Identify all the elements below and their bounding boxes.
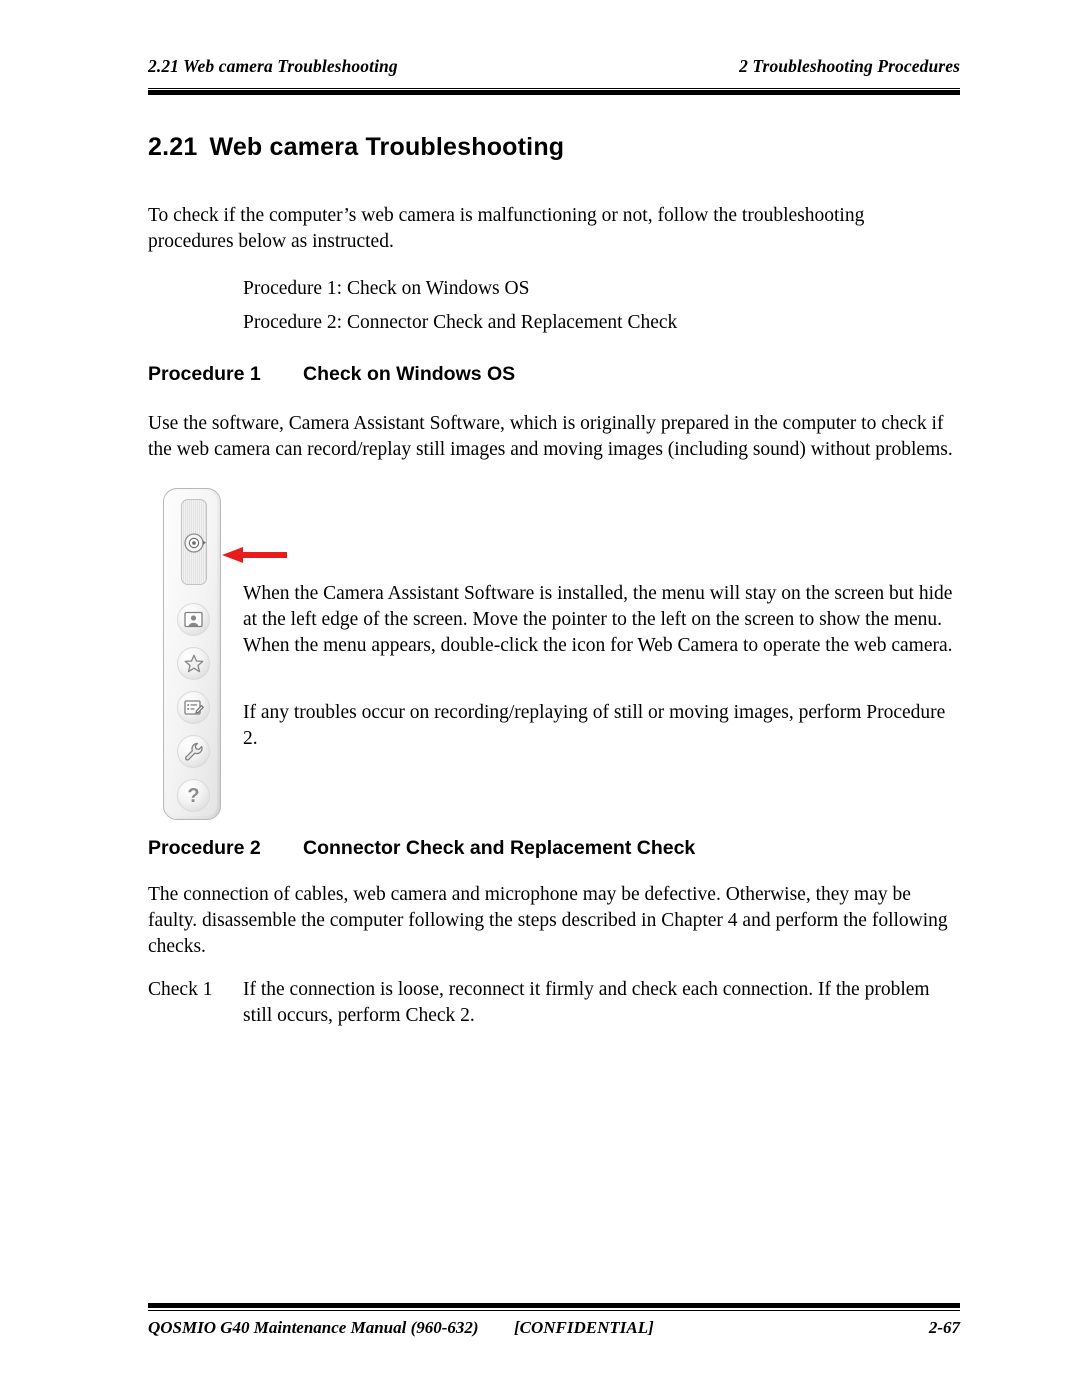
check-1-label: Check 1: [148, 979, 213, 1000]
footer-rule-thin: [148, 1310, 960, 1311]
check-1-block: Check 1 If the connection is loose, reco…: [148, 977, 953, 1029]
wrench-icon-button[interactable]: [177, 735, 210, 768]
help-icon-button[interactable]: ?: [177, 779, 210, 812]
photo-icon-button[interactable]: [177, 603, 210, 636]
star-icon-button[interactable]: [177, 647, 210, 680]
photo-icon: [184, 611, 203, 628]
footer-page-number: 2-67: [928, 1318, 960, 1337]
callout-arrow-icon: [222, 546, 287, 564]
procedure-list-label-2: Procedure 2:: [243, 312, 343, 333]
procedure-2-heading: Procedure 2 Connector Check and Replaceme…: [148, 837, 695, 860]
procedure-1-heading: Procedure 1 Check on Windows OS: [148, 363, 515, 386]
footer-rule-thick: [148, 1303, 960, 1308]
list-item: Procedure 1: Check on Windows OS: [243, 272, 943, 306]
header-rule-thin: [148, 88, 960, 89]
procedure-2-heading-title: Connector Check and Replacement Check: [303, 837, 696, 859]
section-title-text: Web camera Troubleshooting: [209, 133, 565, 161]
procedure-list-label-1: Procedure 1:: [243, 278, 343, 299]
header-rule-thick: [148, 90, 960, 95]
star-icon: [184, 654, 204, 673]
intro-paragraph: To check if the computer’s web camera is…: [148, 205, 865, 252]
procedure-list: Procedure 1: Check on Windows OS Procedu…: [243, 272, 943, 340]
edit-note-icon-button[interactable]: [177, 691, 210, 724]
camera-assistant-toolbar-figure: Web Camera: [163, 488, 221, 820]
procedure-list-text-2: Connector Check and Replacement Check: [346, 312, 678, 333]
procedure-2-heading-number: Procedure 2: [148, 837, 261, 859]
procedure-2-paragraph: The connection of cables, web camera and…: [148, 884, 948, 957]
page-header: 2.21 Web camera Troubleshooting 2 Troubl…: [148, 56, 960, 77]
help-icon: ?: [187, 784, 200, 807]
section-number: 2.21: [148, 133, 198, 161]
procedure-1-figure-paragraph-1: When the Camera Assistant Software is in…: [243, 583, 953, 656]
check-1-text: If the connection is loose, reconnect it…: [243, 979, 930, 1026]
procedure-1-heading-title: Check on Windows OS: [303, 363, 516, 385]
header-left-text: 2.21 Web camera Troubleshooting: [148, 56, 398, 76]
web-camera-button[interactable]: [181, 499, 207, 585]
footer-confidential-label: [CONFIDENTIAL]: [514, 1318, 654, 1337]
procedure-1-heading-number: Procedure 1: [148, 363, 261, 385]
document-page: 2.21 Web camera Troubleshooting 2 Troubl…: [0, 0, 1080, 1397]
procedure-1-paragraph: Use the software, Camera Assistant Softw…: [148, 413, 953, 460]
page-footer: QOSMIO G40 Maintenance Manual (960-632) …: [148, 1318, 960, 1338]
procedure-1-figure-paragraph-2: If any troubles occur on recording/repla…: [243, 702, 946, 749]
list-item: Procedure 2: Connector Check and Replace…: [243, 306, 943, 340]
footer-manual-title: QOSMIO G40 Maintenance Manual (960-632): [148, 1318, 479, 1337]
page-title: 2.21 Web camera Troubleshooting: [148, 133, 564, 162]
wrench-icon: [184, 742, 204, 762]
web-camera-icon: [183, 531, 207, 555]
edit-note-icon: [183, 699, 204, 716]
header-right-text: 2 Troubleshooting Procedures: [739, 56, 960, 76]
procedure-list-text-1: Check on Windows OS: [346, 278, 530, 299]
